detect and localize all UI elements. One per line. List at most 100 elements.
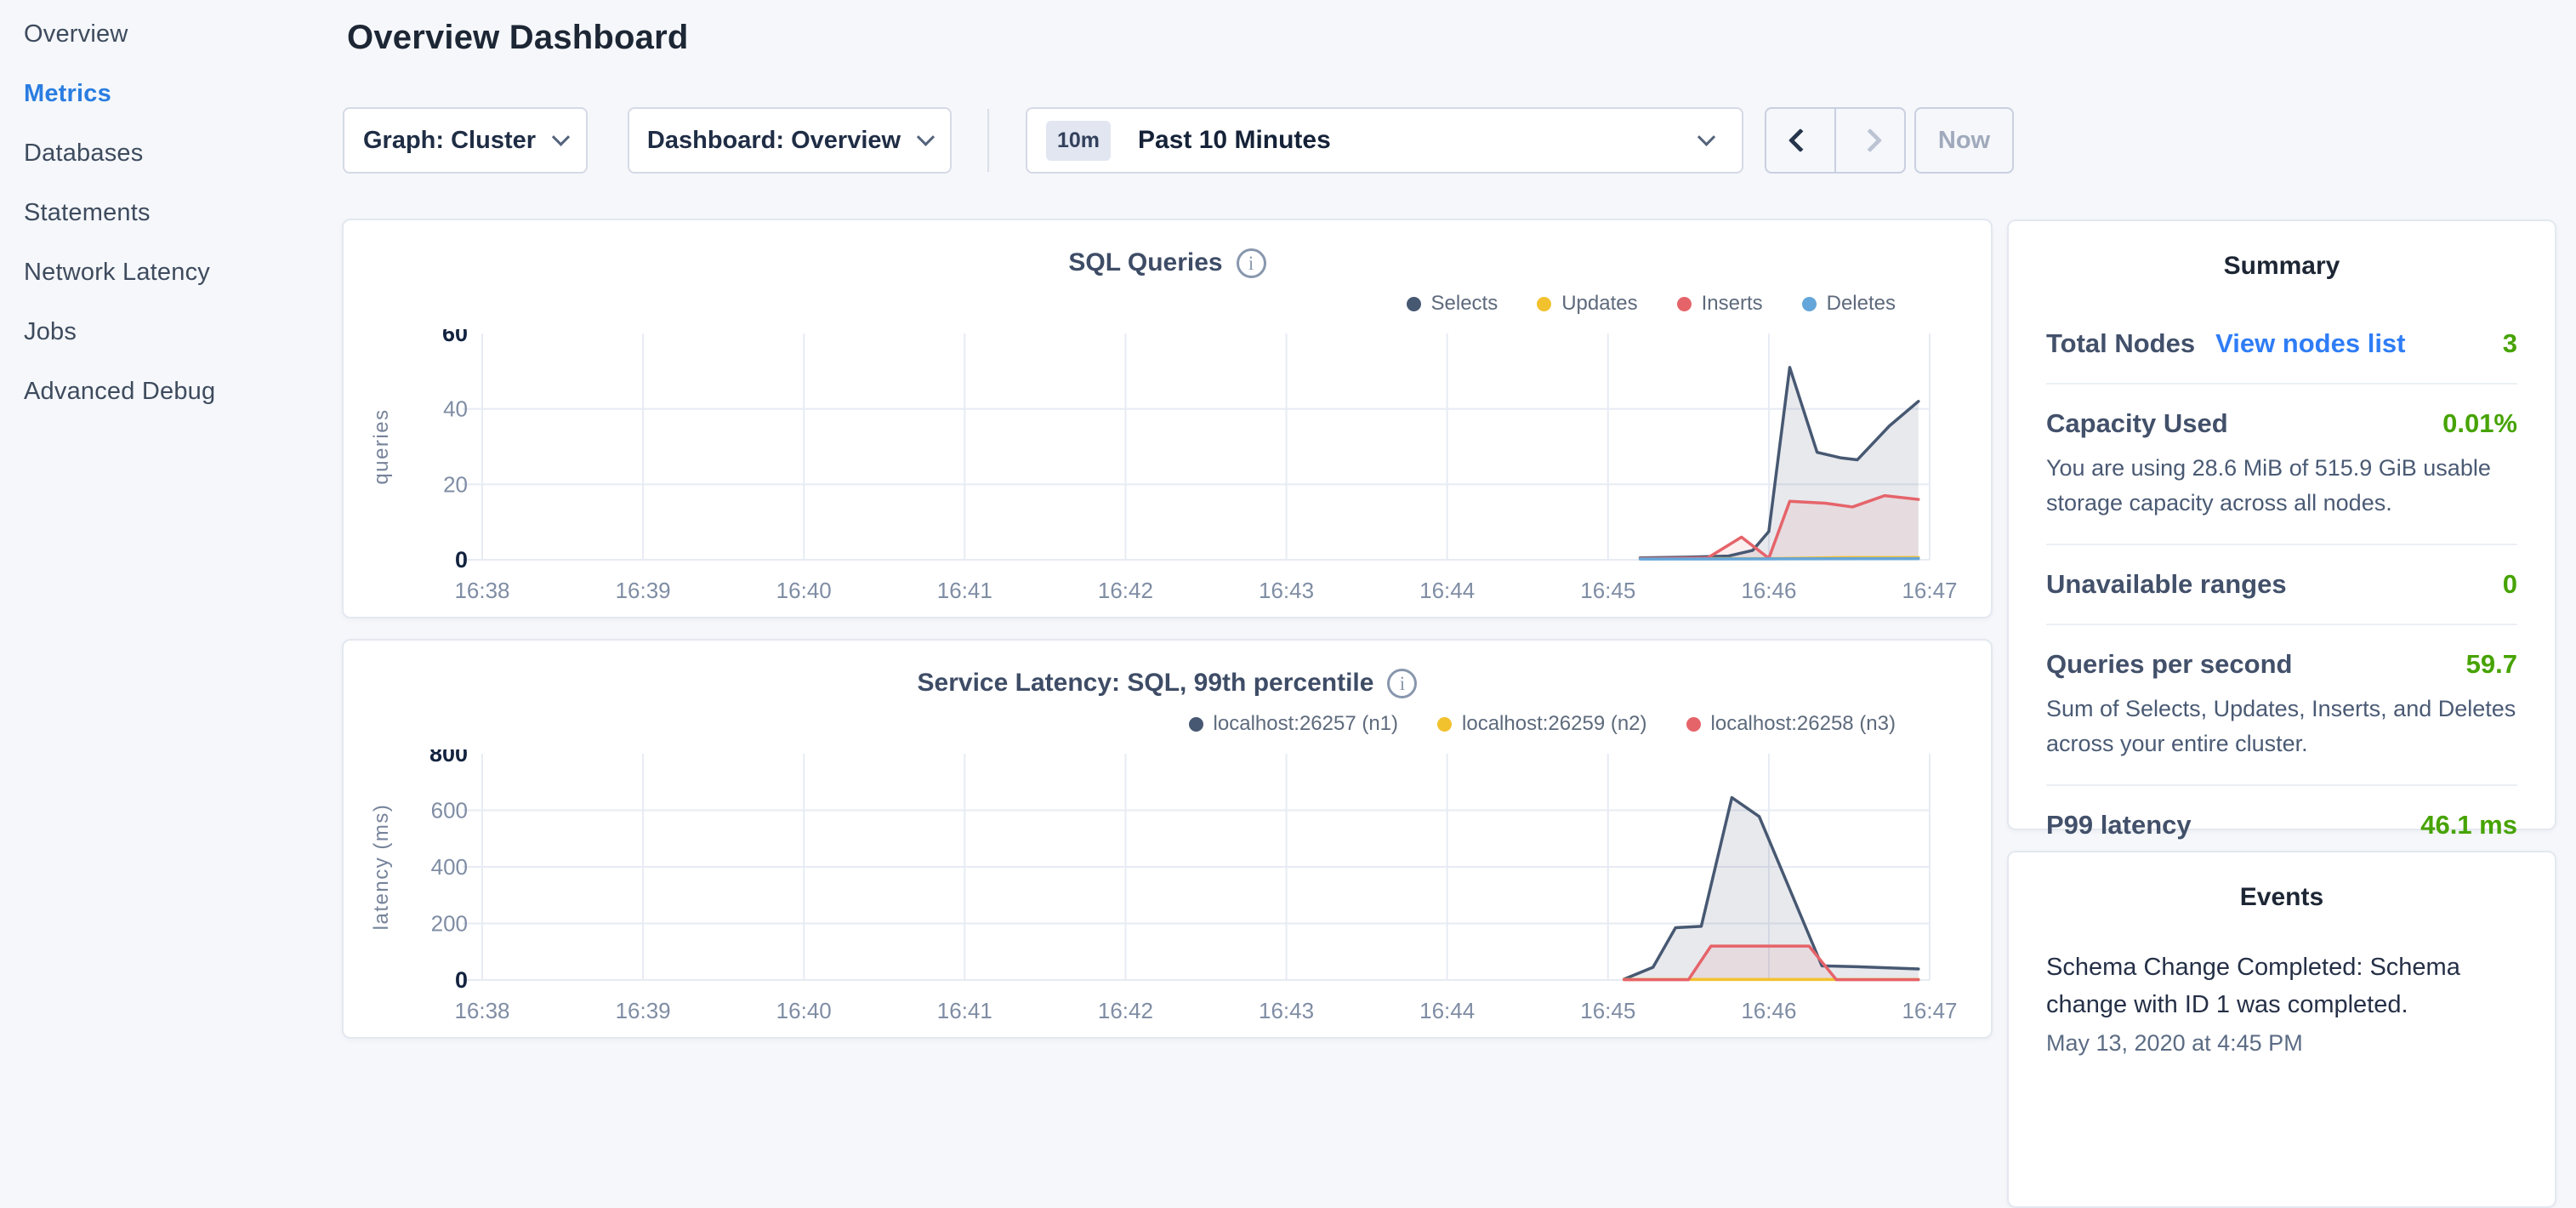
legend-dot-icon: [1407, 297, 1421, 311]
legend-dot-icon: [1189, 717, 1203, 732]
legend-label: Inserts: [1702, 292, 1763, 316]
events-list: Schema Change Completed: Schema change w…: [2046, 949, 2517, 1057]
chevron-down-icon: [552, 128, 570, 145]
time-range-dropdown[interactable]: 10m Past 10 Minutes: [1026, 107, 1743, 174]
summary-row-label: P99 latency: [2046, 810, 2192, 840]
divider: [2046, 784, 2517, 786]
legend-label: Deletes: [1827, 292, 1896, 316]
sql-queries-chart-title: SQL Queries: [1068, 248, 1222, 277]
divider: [2046, 383, 2517, 385]
legend-item-localhost-26257-n1: localhost:26257 (n1): [1189, 712, 1398, 736]
summary-row-description: Sum of Selects, Updates, Inserts, and De…: [2046, 692, 2517, 761]
graph-scope-dropdown-label: Graph: Cluster: [363, 127, 536, 155]
legend-item-localhost-26259-n2: localhost:26259 (n2): [1437, 712, 1646, 736]
sql-queries-legend: Selects Updates Inserts Deletes: [344, 290, 1896, 317]
service-latency-chart[interactable]: 020040060080016:3816:3916:4016:4116:4216…: [367, 749, 1966, 1035]
dashboard-select-dropdown-label: Dashboard: Overview: [647, 127, 901, 155]
legend-dot-icon: [1802, 297, 1817, 311]
sidebar-item-advanced-debug[interactable]: Advanced Debug: [24, 378, 330, 406]
service-latency-chart-title: Service Latency: SQL, 99th percentile: [918, 669, 1374, 698]
controls-divider: [987, 109, 989, 172]
sidebar-item-statements[interactable]: Statements: [24, 199, 330, 227]
svg-text:16:46: 16:46: [1741, 998, 1796, 1023]
legend-label: Updates: [1561, 292, 1637, 316]
summary-row-description: You are using 28.6 MiB of 515.9 GiB usab…: [2046, 451, 2517, 520]
summary-row-label: Total Nodes: [2046, 328, 2195, 359]
svg-text:16:38: 16:38: [454, 578, 509, 603]
info-icon[interactable]: i: [1237, 248, 1266, 278]
svg-text:0: 0: [455, 547, 468, 573]
legend-dot-icon: [1686, 717, 1701, 732]
summary-rows: Total Nodes View nodes list 3 Capacity Used…: [2046, 328, 2517, 840]
chevron-down-icon: [1697, 128, 1715, 145]
now-button[interactable]: Now: [1914, 107, 2014, 174]
svg-text:16:42: 16:42: [1098, 998, 1153, 1023]
svg-text:0: 0: [455, 967, 468, 993]
summary-row-label: Queries per second: [2046, 649, 2292, 680]
sidebar-item-metrics[interactable]: Metrics: [24, 80, 330, 108]
event-timestamp: May 13, 2020 at 4:45 PM: [2046, 1030, 2517, 1057]
sidebar-item-databases[interactable]: Databases: [24, 140, 330, 168]
sql-queries-chart-card: SQL Queries i Selects Updates Inserts Delet…: [342, 219, 1993, 618]
graph-scope-dropdown[interactable]: Graph: Cluster: [343, 107, 588, 174]
svg-text:16:47: 16:47: [1902, 578, 1957, 603]
summary-row-label: Unavailable ranges: [2046, 569, 2287, 600]
svg-text:16:42: 16:42: [1098, 578, 1153, 603]
legend-label: localhost:26259 (n2): [1462, 712, 1646, 736]
view-nodes-list-link[interactable]: View nodes list: [2215, 328, 2405, 359]
page-title: Overview Dashboard: [347, 19, 689, 57]
svg-text:16:43: 16:43: [1259, 578, 1314, 603]
dashboard-select-dropdown[interactable]: Dashboard: Overview: [628, 107, 952, 174]
svg-text:400: 400: [431, 854, 468, 880]
svg-text:16:47: 16:47: [1902, 998, 1957, 1023]
event-item: Schema Change Completed: Schema change w…: [2046, 949, 2517, 1057]
svg-text:800: 800: [429, 749, 468, 766]
summary-row-value: 59.7: [2466, 649, 2517, 680]
summary-row-total-nodes: Total Nodes View nodes list 3: [2046, 328, 2517, 359]
time-range-label: Past 10 Minutes: [1138, 126, 1331, 155]
svg-text:60: 60: [442, 329, 468, 346]
chevron-left-icon: [1788, 128, 1812, 152]
sidebar-item-overview[interactable]: Overview: [24, 20, 330, 48]
summary-row-capacity-used: Capacity Used0.01%You are using 28.6 MiB…: [2046, 408, 2517, 520]
svg-text:16:45: 16:45: [1580, 578, 1635, 603]
svg-text:16:41: 16:41: [937, 998, 992, 1023]
svg-text:40: 40: [443, 396, 468, 422]
svg-text:latency (ms): latency (ms): [370, 804, 393, 931]
svg-text:16:46: 16:46: [1741, 578, 1796, 603]
svg-text:16:39: 16:39: [616, 998, 671, 1023]
sql-queries-chart[interactable]: 020406016:3816:3916:4016:4116:4216:4316:…: [367, 329, 1966, 615]
svg-text:queries: queries: [370, 408, 393, 484]
service-latency-legend: localhost:26257 (n1) localhost:26259 (n2)…: [344, 710, 1896, 738]
svg-text:16:44: 16:44: [1419, 578, 1475, 603]
svg-text:200: 200: [431, 911, 468, 937]
summary-panel: Summary Total NodesView nodes list3Capac…: [2007, 219, 2556, 830]
chevron-right-icon: [1858, 128, 1882, 152]
time-step-back-button[interactable]: [1766, 109, 1834, 172]
sidebar-item-network-latency[interactable]: Network Latency: [24, 259, 330, 287]
svg-text:20: 20: [443, 471, 468, 497]
events-title: Events: [2046, 883, 2517, 912]
service-latency-chart-card: Service Latency: SQL, 99th percentile i …: [342, 639, 1993, 1039]
legend-item-deletes: Deletes: [1802, 292, 1896, 316]
summary-row-unavailable-ranges: Unavailable ranges0: [2046, 569, 2517, 600]
legend-item-inserts: Inserts: [1677, 292, 1763, 316]
divider: [2046, 544, 2517, 545]
legend-dot-icon: [1677, 297, 1692, 311]
summary-row-value: 3: [2503, 328, 2517, 359]
legend-label: Selects: [1431, 292, 1498, 316]
time-step-buttons: [1765, 107, 1906, 174]
svg-text:16:44: 16:44: [1419, 998, 1475, 1023]
legend-item-updates: Updates: [1537, 292, 1637, 316]
sidebar-item-jobs[interactable]: Jobs: [24, 318, 330, 346]
time-step-forward-button[interactable]: [1834, 109, 1904, 172]
svg-text:16:39: 16:39: [616, 578, 671, 603]
events-panel: Events Schema Change Completed: Schema c…: [2007, 851, 2556, 1208]
summary-row-value: 46.1 ms: [2420, 810, 2517, 840]
divider: [2046, 624, 2517, 625]
svg-text:16:45: 16:45: [1580, 998, 1635, 1023]
sidebar-nav: Overview Metrics Databases Statements Networ…: [24, 20, 330, 437]
info-icon[interactable]: i: [1387, 669, 1417, 698]
chevron-down-icon: [917, 128, 935, 145]
summary-row-queries-per-second: Queries per second 59.7 Sum of Selects, Up…: [2046, 649, 2517, 761]
